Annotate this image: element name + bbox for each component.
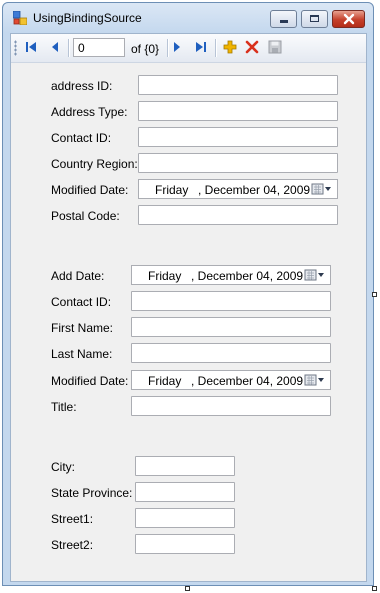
- form-client-area: of {0}: [10, 33, 367, 582]
- country-region-field[interactable]: [138, 153, 338, 173]
- contact-id-field[interactable]: [131, 291, 331, 311]
- move-first-icon: [24, 41, 38, 56]
- contact-modified-date-picker[interactable]: Friday , December 04, 2009: [131, 370, 331, 390]
- count-label: of {0}: [131, 42, 160, 56]
- resize-handle[interactable]: [185, 586, 190, 591]
- move-previous-button[interactable]: [45, 38, 65, 58]
- toolstrip-separator: [215, 39, 216, 57]
- delete-icon: [245, 40, 259, 57]
- save-button[interactable]: [265, 38, 285, 58]
- delete-button[interactable]: [242, 38, 262, 58]
- close-button[interactable]: [332, 10, 365, 28]
- move-previous-icon: [49, 41, 61, 56]
- calendar-dropdown-icon[interactable]: [304, 268, 326, 282]
- street1-label: Street1:: [51, 512, 94, 526]
- save-icon: [268, 40, 282, 57]
- move-first-button[interactable]: [21, 38, 41, 58]
- position-input[interactable]: [73, 38, 125, 57]
- address-modified-date-picker[interactable]: Friday , December 04, 2009: [138, 179, 338, 199]
- minimize-button[interactable]: [270, 10, 297, 28]
- calendar-dropdown-icon[interactable]: [311, 182, 333, 196]
- move-last-icon: [194, 41, 208, 56]
- last-name-label: Last Name:: [51, 347, 113, 361]
- state-province-label: State Province:: [51, 486, 133, 500]
- postal-code-field[interactable]: [138, 205, 338, 225]
- address-id-label: address ID:: [51, 79, 113, 93]
- date-day: Friday: [148, 269, 182, 283]
- date-day: Friday: [155, 183, 189, 197]
- date-value: , December 04, 2009: [191, 374, 304, 388]
- address-modified-date-label: Modified Date:: [51, 183, 129, 197]
- address-type-label: Address Type:: [51, 105, 128, 119]
- city-field[interactable]: [135, 456, 235, 476]
- binding-navigator: of {0}: [11, 34, 366, 63]
- address-id-field[interactable]: [138, 75, 338, 95]
- date-day: Friday: [148, 374, 182, 388]
- add-new-icon: [223, 40, 237, 57]
- last-name-field[interactable]: [131, 343, 331, 363]
- title-field[interactable]: [131, 396, 331, 416]
- state-province-field[interactable]: [135, 482, 235, 502]
- resize-handle[interactable]: [372, 586, 377, 591]
- toolstrip-separator: [68, 39, 69, 57]
- maximize-icon: [310, 15, 319, 22]
- minimize-icon: [280, 20, 288, 23]
- first-name-label: First Name:: [51, 321, 114, 335]
- street2-label: Street2:: [51, 538, 94, 552]
- contact-id-label: Contact ID:: [51, 295, 112, 309]
- date-value: , December 04, 2009: [191, 269, 304, 283]
- city-label: City:: [51, 460, 75, 474]
- title-bar[interactable]: UsingBindingSource: [3, 3, 373, 33]
- add-date-label: Add Date:: [51, 269, 105, 283]
- first-name-field[interactable]: [131, 317, 331, 337]
- address-type-field[interactable]: [138, 101, 338, 121]
- app-icon: [12, 10, 28, 26]
- address-contact-id-field[interactable]: [138, 127, 338, 147]
- address-contact-id-label: Contact ID:: [51, 131, 112, 145]
- add-new-button[interactable]: [220, 38, 240, 58]
- main-window: UsingBindingSource 0 of {0} address ID: …: [2, 2, 374, 586]
- calendar-dropdown-icon[interactable]: [304, 373, 326, 387]
- contact-modified-date-label: Modified Date:: [51, 374, 129, 388]
- country-region-label: Country Region:: [51, 157, 138, 171]
- street2-field[interactable]: [135, 534, 235, 554]
- toolstrip-grip[interactable]: [14, 40, 17, 56]
- title-label: Title:: [51, 400, 77, 414]
- street1-field[interactable]: [135, 508, 235, 528]
- move-next-icon: [171, 41, 183, 56]
- resize-handle[interactable]: [372, 292, 377, 297]
- postal-code-label: Postal Code:: [51, 209, 120, 223]
- window-title: UsingBindingSource: [33, 11, 142, 25]
- move-last-button[interactable]: [191, 38, 211, 58]
- move-next-button[interactable]: [167, 38, 187, 58]
- maximize-button[interactable]: [301, 10, 328, 28]
- date-value: , December 04, 2009: [198, 183, 311, 197]
- add-date-picker[interactable]: Friday , December 04, 2009: [131, 265, 331, 285]
- close-icon: [343, 13, 355, 28]
